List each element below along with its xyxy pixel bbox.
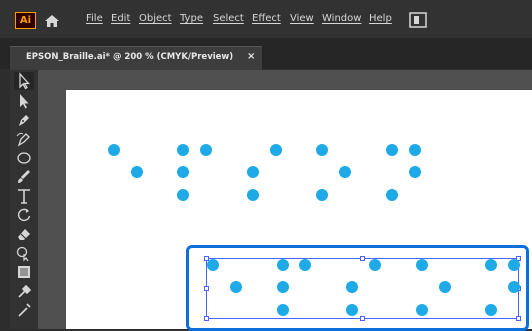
document-tab[interactable]: EPSON_Braille.ai* @ 200 % (CMYK/Preview)…: [10, 46, 262, 71]
braille-dot[interactable]: [416, 259, 428, 271]
menu-window[interactable]: Window: [322, 13, 361, 24]
selection-handle[interactable]: [204, 286, 209, 291]
braille-dot[interactable]: [346, 304, 358, 316]
braille-dot[interactable]: [485, 259, 497, 271]
menu-effect[interactable]: Effect: [252, 13, 281, 24]
selection-handle[interactable]: [360, 256, 365, 261]
braille-dot[interactable]: [346, 281, 358, 293]
curvature-tool-icon[interactable]: [14, 130, 34, 148]
menu-edit[interactable]: Edit: [111, 13, 130, 24]
braille-dot[interactable]: [230, 281, 242, 293]
braille-dot[interactable]: [369, 259, 381, 271]
arrange-documents-icon[interactable]: [409, 12, 427, 28]
eyedropper-tool-icon[interactable]: [14, 301, 34, 319]
home-icon[interactable]: [44, 13, 60, 27]
selection-handle[interactable]: [360, 316, 365, 321]
braille-dot[interactable]: [316, 144, 328, 156]
braille-dot[interactable]: [270, 144, 282, 156]
document-tab-title: EPSON_Braille.ai* @ 200 % (CMYK/Preview): [26, 52, 234, 62]
braille-dot[interactable]: [277, 259, 289, 271]
braille-dot[interactable]: [108, 144, 120, 156]
artboard-tool-icon[interactable]: [14, 263, 34, 281]
braille-dot[interactable]: [339, 166, 351, 178]
shape-builder-tool-icon[interactable]: [14, 244, 34, 262]
selection-handle[interactable]: [516, 316, 521, 321]
braille-dot[interactable]: [299, 259, 311, 271]
braille-dot[interactable]: [247, 189, 259, 201]
braille-dot[interactable]: [177, 189, 189, 201]
pen-tool-icon[interactable]: [14, 111, 34, 129]
menu-view[interactable]: View: [290, 13, 314, 24]
braille-dot[interactable]: [409, 166, 421, 178]
app-logo: Ai: [15, 12, 36, 29]
selection-handle[interactable]: [204, 316, 209, 321]
braille-dot[interactable]: [207, 259, 219, 271]
selection-bounding-box[interactable]: [206, 258, 519, 319]
close-tab-icon[interactable]: ×: [247, 51, 255, 62]
braille-dot[interactable]: [131, 166, 143, 178]
braille-dot[interactable]: [508, 259, 520, 271]
braille-dot[interactable]: [416, 304, 428, 316]
eyedropper-tool-icon[interactable]: [14, 282, 34, 300]
braille-dot[interactable]: [277, 281, 289, 293]
braille-dot[interactable]: [177, 166, 189, 178]
paintbrush-tool-icon[interactable]: [14, 168, 34, 186]
eraser-tool-icon[interactable]: [14, 225, 34, 243]
ellipse-tool-icon[interactable]: [14, 149, 34, 167]
braille-dot[interactable]: [386, 189, 398, 201]
braille-dot[interactable]: [409, 144, 421, 156]
type-tool-icon[interactable]: [14, 187, 34, 205]
direct-selection-tool-icon[interactable]: [14, 92, 34, 110]
braille-dot[interactable]: [508, 281, 520, 293]
tools-panel: [10, 70, 38, 329]
menu-select[interactable]: Select: [213, 13, 244, 24]
braille-dot[interactable]: [177, 144, 189, 156]
menu-file[interactable]: File: [86, 13, 103, 24]
braille-dot[interactable]: [386, 144, 398, 156]
rotate-tool-icon[interactable]: [14, 206, 34, 224]
menu-bar: Ai File Edit Object Type Select Effect V…: [0, 0, 532, 38]
braille-dot[interactable]: [439, 281, 451, 293]
braille-dot[interactable]: [247, 166, 259, 178]
selection-tool-icon[interactable]: [14, 72, 34, 90]
braille-dot[interactable]: [277, 304, 289, 316]
menu-type[interactable]: Type: [180, 13, 203, 24]
braille-dot[interactable]: [316, 189, 328, 201]
menu-object[interactable]: Object: [139, 13, 172, 24]
braille-dot[interactable]: [200, 144, 212, 156]
menu-help[interactable]: Help: [369, 13, 392, 24]
braille-dot[interactable]: [485, 304, 497, 316]
